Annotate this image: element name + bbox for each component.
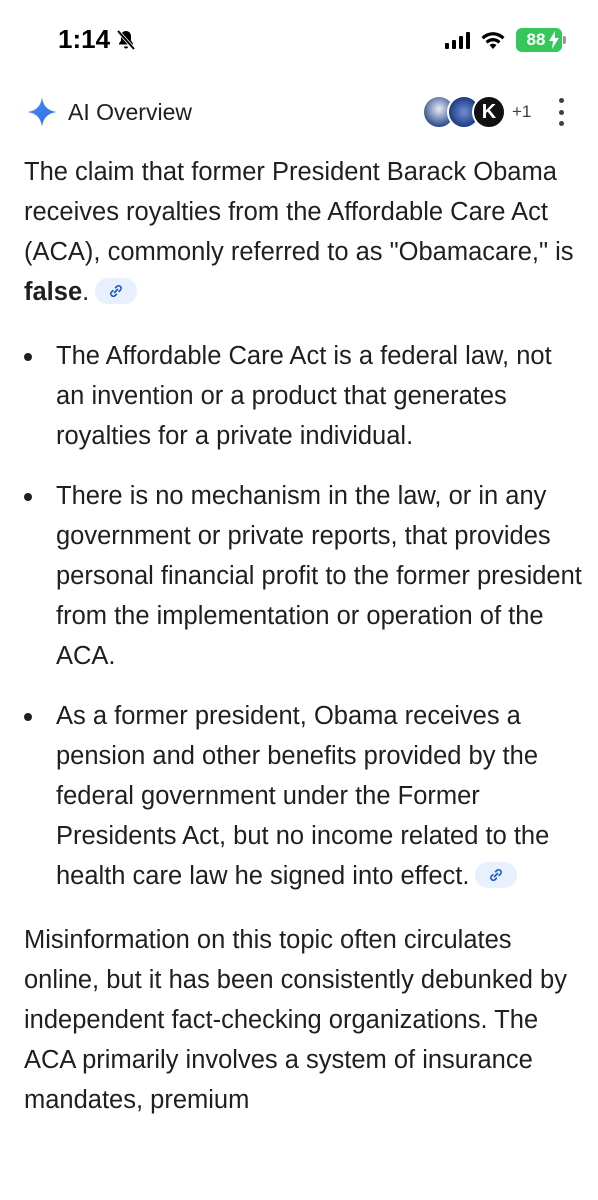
- list-item: The Affordable Care Act is a federal law…: [24, 336, 584, 456]
- closing-paragraph: Misinformation on this topic often circu…: [24, 926, 567, 1114]
- intro-verdict: false: [24, 278, 83, 306]
- battery-indicator: 88: [516, 28, 566, 52]
- bullet-list: The Affordable Care Act is a federal law…: [24, 336, 584, 896]
- status-time: 1:14: [58, 24, 138, 55]
- citation-link-button[interactable]: [95, 278, 138, 305]
- wifi-icon: [481, 32, 505, 49]
- intro-paragraph: The claim that former President Barack O…: [24, 152, 584, 312]
- battery-cap: [563, 36, 566, 44]
- bell-off-icon: [116, 29, 136, 50]
- cellular-signal-icon: [445, 31, 470, 49]
- more-options-icon[interactable]: [556, 98, 566, 126]
- source-avatars[interactable]: K +1: [422, 94, 531, 130]
- battery-level: 88: [526, 30, 546, 49]
- intro-period: .: [82, 278, 90, 306]
- status-indicators: 88: [445, 28, 566, 52]
- link-icon: [490, 869, 503, 882]
- charging-bolt-icon: [549, 31, 559, 49]
- ai-overview-title: AI Overview: [68, 99, 192, 125]
- list-item: There is no mechanism in the law, or in …: [24, 476, 584, 676]
- status-bar: 1:14 88: [0, 0, 598, 80]
- bullet-text: As a former president, Obama receives a …: [56, 702, 550, 890]
- ai-overview-content: The claim that former President Barack O…: [24, 152, 584, 1144]
- sources-more-count[interactable]: +1: [512, 102, 531, 122]
- link-icon: [110, 285, 123, 298]
- ai-overview-header: AI Overview K +1: [24, 94, 580, 130]
- citation-link-button[interactable]: [475, 862, 518, 889]
- gemini-sparkle-icon: [27, 97, 57, 127]
- intro-text: The claim that former President Barack O…: [24, 158, 574, 266]
- time-label: 1:14: [58, 24, 111, 54]
- source-avatar-k[interactable]: K: [472, 95, 506, 129]
- list-item: As a former president, Obama receives a …: [24, 696, 584, 896]
